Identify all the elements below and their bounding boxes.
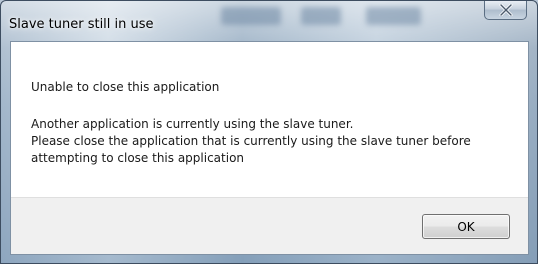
title-bar[interactable]: Slave tuner still in use <box>1 1 537 41</box>
message-line: attempting to close this application <box>31 151 245 165</box>
message-line: Another application is currently using t… <box>31 117 354 131</box>
message-line: Please close the application that is cur… <box>31 134 471 148</box>
message-area: Unable to close this application Another… <box>11 42 528 200</box>
dialog-client-area: Unable to close this application Another… <box>10 41 529 255</box>
dialog-message: Another application is currently using t… <box>31 116 471 167</box>
dialog-heading: Unable to close this application <box>31 80 220 94</box>
close-button[interactable] <box>484 1 527 20</box>
dialog-window: Slave tuner still in use Unable to close… <box>0 0 538 264</box>
button-bar: OK <box>11 197 528 254</box>
close-icon <box>499 4 512 16</box>
window-title: Slave tuner still in use <box>9 17 154 32</box>
ok-button[interactable]: OK <box>422 214 510 239</box>
